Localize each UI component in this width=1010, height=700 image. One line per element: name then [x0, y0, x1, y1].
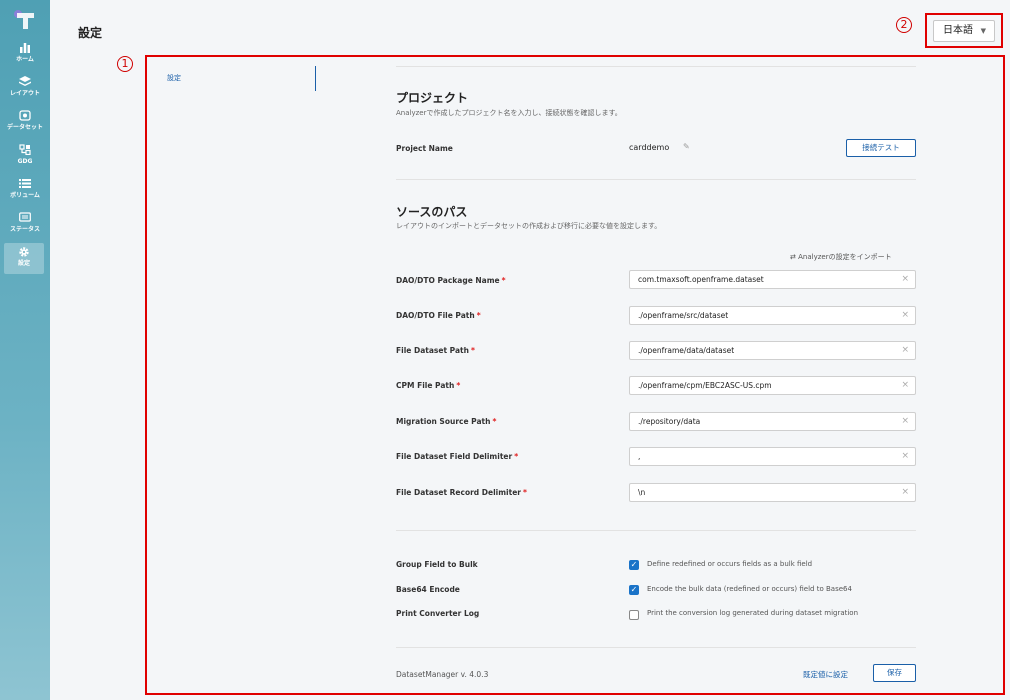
project-name-label: Project Name	[396, 144, 453, 153]
field-value: ./openframe/src/dataset	[638, 311, 729, 320]
group-field-to-bulk-checkbox[interactable]: ✓	[629, 560, 639, 570]
field-value: ./openframe/cpm/EBC2ASC-US.cpm	[638, 381, 772, 390]
clear-icon[interactable]: ×	[901, 413, 909, 430]
pencil-icon[interactable]: ✎	[683, 142, 690, 151]
option-description: Print the conversion log generated durin…	[647, 609, 859, 617]
clear-icon[interactable]: ×	[901, 271, 909, 288]
sidebar-item-label: レイアウト	[9, 90, 40, 97]
side-nav-divider	[315, 66, 316, 91]
option-description: Encode the bulk data (redefined or occur…	[647, 585, 852, 593]
file-dataset-path-input[interactable]: ./openframe/data/dataset ×	[629, 341, 916, 360]
sidebar-item-status[interactable]: ステータス	[0, 212, 50, 242]
sidebar-item-layout[interactable]: レイアウト	[0, 76, 50, 106]
field-label: DAO/DTO File Path *	[396, 311, 481, 320]
project-section-title: プロジェクト	[396, 91, 469, 105]
sidebar-item-label: 設定	[17, 260, 30, 267]
base64-encode-checkbox[interactable]: ✓	[629, 585, 639, 595]
annotation-marker-1: 1	[117, 56, 133, 72]
chevron-down-icon: ▼	[980, 27, 986, 35]
source-section-desc: レイアウトのインポートとデータセットの作成および移行に必要な値を設定します。	[396, 222, 662, 230]
sidebar-item-home[interactable]: ホーム	[0, 42, 50, 72]
option-label: Print Converter Log	[396, 609, 480, 618]
project-section-desc: Analyzerで作成したプロジェクト名を入力し、接続状態を確認します。	[396, 109, 622, 117]
gear-icon	[18, 246, 30, 260]
field-value: \n	[638, 488, 646, 497]
side-nav-settings[interactable]: 設定	[167, 73, 181, 83]
sidebar-item-volume[interactable]: ボリューム	[0, 178, 50, 208]
option-label: Group Field to Bulk	[396, 560, 478, 569]
field-label: File Dataset Path *	[396, 346, 475, 355]
swap-icon: ⇄	[790, 253, 796, 261]
print-converter-log-checkbox[interactable]	[629, 610, 639, 620]
sidebar-item-label: データセット	[6, 124, 43, 131]
clear-icon[interactable]: ×	[901, 307, 909, 324]
clear-icon[interactable]: ×	[901, 484, 909, 501]
clear-icon[interactable]: ×	[901, 377, 909, 394]
language-select-value: 日本語	[943, 25, 973, 36]
dao-dto-package-name-input[interactable]: com.tmaxsoft.openframe.dataset ×	[629, 270, 916, 289]
sidebar-item-label: ホーム	[16, 56, 34, 63]
project-name-value: carddemo	[629, 143, 670, 152]
status-icon	[19, 212, 31, 226]
list-icon	[19, 178, 31, 192]
sidebar-item-label: GDG	[17, 158, 33, 165]
field-delimiter-input[interactable]: , ×	[629, 447, 916, 466]
field-value: ./openframe/data/dataset	[638, 346, 735, 355]
field-value: ,	[638, 452, 641, 461]
field-value: ./repository/data	[638, 417, 701, 426]
save-button[interactable]: 保存	[873, 664, 916, 682]
divider	[396, 530, 916, 531]
option-label: Base64 Encode	[396, 585, 460, 594]
field-label: DAO/DTO Package Name *	[396, 276, 506, 285]
cpm-file-path-input[interactable]: ./openframe/cpm/EBC2ASC-US.cpm ×	[629, 376, 916, 395]
clear-icon[interactable]: ×	[901, 342, 909, 359]
field-value: com.tmaxsoft.openframe.dataset	[638, 275, 764, 284]
divider	[396, 66, 916, 67]
sidebar-item-gdg[interactable]: GDG	[0, 144, 50, 174]
migration-source-path-input[interactable]: ./repository/data ×	[629, 412, 916, 431]
option-description: Define redefined or occurs fields as a b…	[647, 560, 813, 568]
layers-icon	[19, 76, 31, 90]
source-section-title: ソースのパス	[396, 205, 468, 219]
sidebar-item-settings[interactable]: 設定	[4, 243, 44, 274]
annotation-marker-2: 2	[896, 17, 912, 33]
gdg-icon	[19, 144, 31, 158]
bar-chart-icon	[19, 42, 31, 56]
language-select[interactable]: 日本語 ▼	[933, 20, 995, 42]
import-analyzer-settings-label: Analyzerの設定をインポート	[798, 253, 892, 261]
import-analyzer-settings-link[interactable]: ⇄ Analyzerの設定をインポート	[790, 252, 892, 262]
divider	[396, 179, 916, 180]
field-label: CPM File Path *	[396, 381, 461, 390]
field-label: File Dataset Record Delimiter *	[396, 488, 527, 497]
sidebar-item-dataset[interactable]: データセット	[0, 110, 50, 140]
page-title: 設定	[78, 26, 103, 40]
version-label: DatasetManager v. 4.0.3	[396, 670, 489, 679]
sidebar: ホーム レイアウト データセット GDG ボリューム ステータス 設定	[0, 0, 50, 700]
field-label: Migration Source Path *	[396, 417, 497, 426]
sidebar-item-label: ボリューム	[10, 192, 40, 199]
connection-test-button[interactable]: 接続テスト	[846, 139, 916, 157]
reset-defaults-link[interactable]: 既定値に設定	[803, 669, 848, 680]
field-label: File Dataset Field Delimiter *	[396, 452, 519, 461]
divider	[396, 647, 916, 648]
sidebar-item-label: ステータス	[9, 226, 40, 233]
app-logo-icon[interactable]	[13, 9, 35, 29]
dao-dto-file-path-input[interactable]: ./openframe/src/dataset ×	[629, 306, 916, 325]
clear-icon[interactable]: ×	[901, 448, 909, 465]
dataset-icon	[19, 110, 31, 124]
record-delimiter-input[interactable]: \n ×	[629, 483, 916, 502]
